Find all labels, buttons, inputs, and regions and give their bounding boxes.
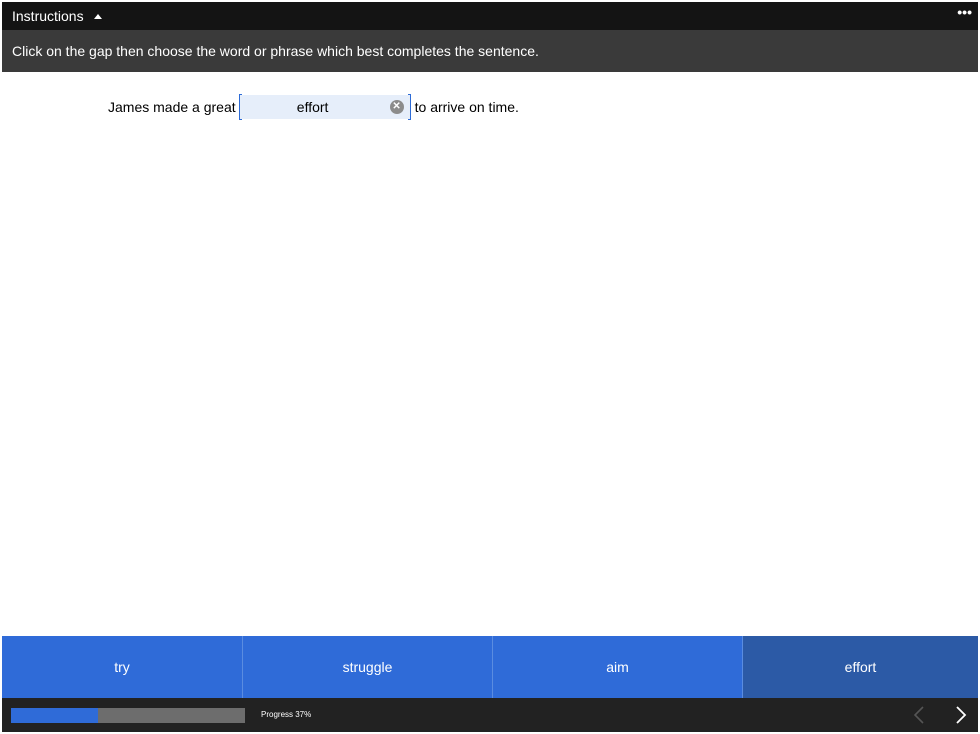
top-bar: Instructions ••• [2, 2, 978, 30]
instructions-panel: Click on the gap then choose the word or… [2, 30, 978, 72]
option-label: try [114, 659, 130, 675]
option-label: struggle [342, 659, 393, 675]
next-button[interactable] [948, 703, 972, 727]
caret-up-icon [93, 13, 102, 19]
instructions-toggle[interactable]: Instructions [12, 8, 102, 24]
instructions-text: Click on the gap then choose the word or… [12, 43, 539, 59]
chevron-right-icon [956, 706, 967, 724]
question-sentence: James made a great effort ✕ to arrive on… [108, 94, 519, 120]
more-icon[interactable]: ••• [957, 4, 972, 20]
answer-gap[interactable]: effort ✕ [238, 94, 411, 120]
option-try[interactable]: try [2, 636, 243, 698]
gap-answer: effort [296, 99, 329, 115]
sentence-after: to arrive on time. [414, 99, 519, 115]
option-aim[interactable]: aim [493, 636, 743, 698]
previous-button[interactable] [908, 703, 932, 727]
option-struggle[interactable]: struggle [243, 636, 493, 698]
progress-bar [11, 708, 245, 723]
instructions-label: Instructions [12, 8, 84, 24]
clear-icon[interactable]: ✕ [389, 100, 404, 114]
chevron-left-icon [913, 706, 924, 724]
answer-options: try struggle aim effort [2, 636, 978, 698]
option-label: aim [606, 659, 629, 675]
app-frame: Instructions ••• Click on the gap then c… [2, 2, 978, 732]
progress-fill [11, 708, 98, 723]
sentence-before: James made a great [108, 99, 236, 115]
option-label: effort [844, 659, 877, 675]
progress-label: Progress 37% [261, 710, 312, 719]
bottom-bar: Progress 37% [2, 698, 978, 732]
option-effort[interactable]: effort [743, 636, 978, 698]
